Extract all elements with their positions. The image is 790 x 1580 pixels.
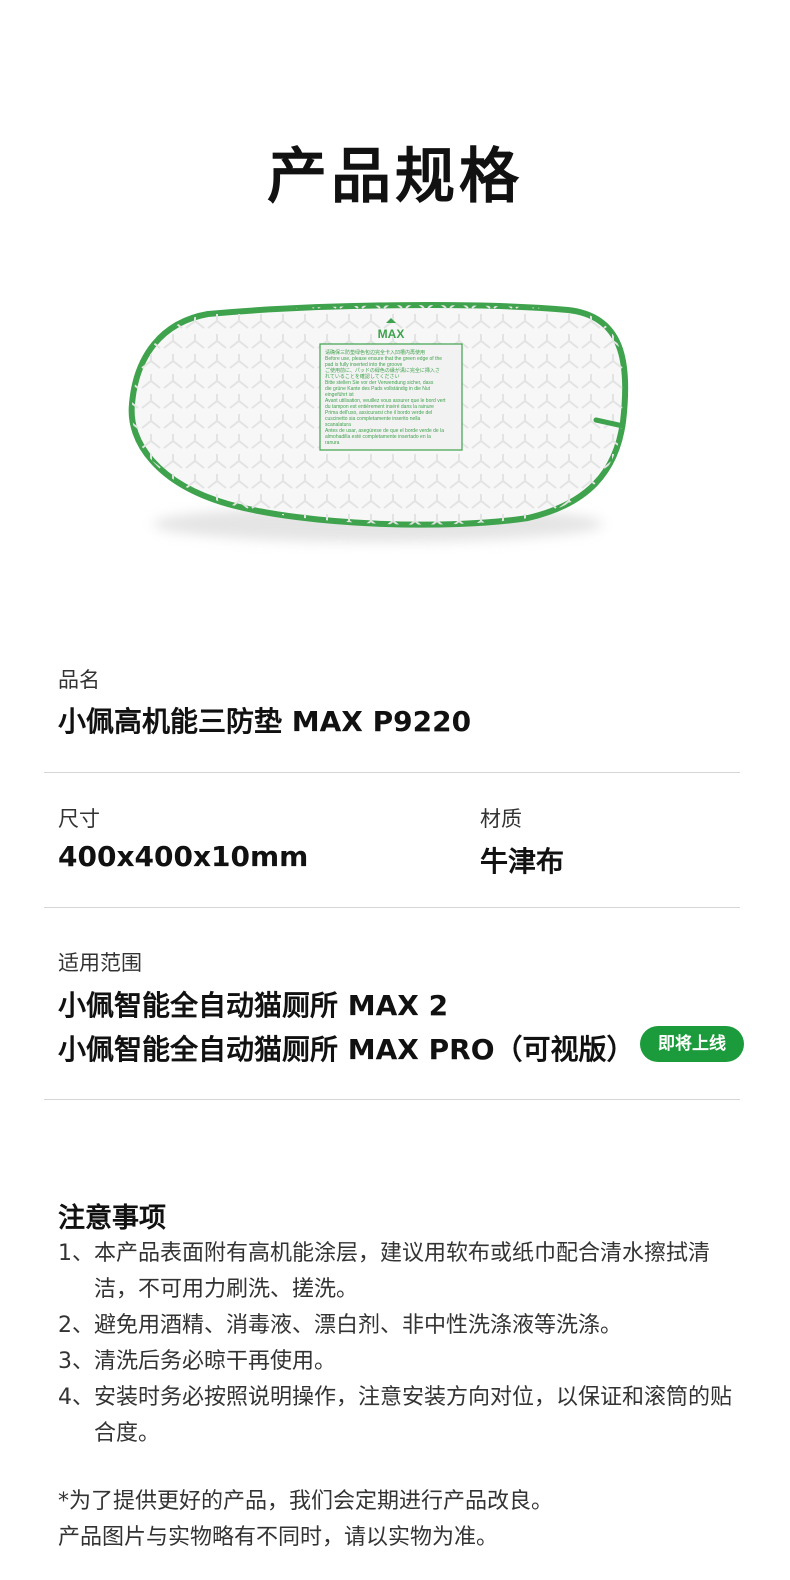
name-label: 品名 <box>58 668 100 692</box>
disclaimer-line-1: *为了提供更好的产品，我们会定期进行产品改良。 <box>58 1489 554 1514</box>
note-number: 4、 <box>58 1385 94 1410</box>
note-text: 本产品表面附有高机能涂层，建议用软布或纸巾配合清水擦拭清洁，不可用力刷洗、搓洗。 <box>94 1241 711 1302</box>
compat-line-2: 小佩智能全自动猫厕所 MAX PRO（可视版） <box>58 1033 635 1066</box>
divider <box>44 907 740 908</box>
instruction-line: れていることを確認してください <box>325 373 400 380</box>
page-title: 产品规格 <box>267 142 523 212</box>
note-text: 安装时务必按照说明操作，注意安装方向对位，以保证和滚筒的贴合度。 <box>94 1385 733 1446</box>
notes-list: 1、 本产品表面附有高机能涂层，建议用软布或纸巾配合清水擦拭清洁，不可用力刷洗、… <box>58 1236 738 1452</box>
size-label: 尺寸 <box>58 807 100 831</box>
compat-label: 适用范围 <box>58 951 142 975</box>
instruction-line: ranura <box>325 440 340 446</box>
divider <box>44 1099 740 1100</box>
disclaimer-line-2: 产品图片与实物略有不同时，请以实物为准。 <box>58 1525 499 1550</box>
note-item: 2、 避免用酒精、消毒液、漂白剂、非中性洗涤液等洗涤。 <box>58 1308 738 1344</box>
note-number: 1、 <box>58 1241 94 1266</box>
divider <box>44 772 740 773</box>
note-item: 1、 本产品表面附有高机能涂层，建议用软布或纸巾配合清水擦拭清洁，不可用力刷洗、… <box>58 1236 738 1308</box>
note-number: 2、 <box>58 1313 94 1338</box>
pad-max-label: MAX <box>378 327 405 341</box>
instruction-line: ご使用前に、パッドの緑色の縁が溝に完全に挿入さ <box>325 367 440 374</box>
note-item: 3、 清洗后务必晾干再使用。 <box>58 1344 738 1380</box>
product-image: MAX 请确保三防垫绿色包边完全卡入凹槽内再使用Before use, plea… <box>128 302 629 542</box>
material-label: 材质 <box>480 807 522 831</box>
note-number: 3、 <box>58 1349 94 1374</box>
notes-title: 注意事项 <box>58 1203 166 1234</box>
material-value: 牛津布 <box>480 845 565 878</box>
instruction-line: almohadilla esté completamente insertado… <box>325 434 431 440</box>
disclaimer: *为了提供更好的产品，我们会定期进行产品改良。 产品图片与实物略有不同时，请以实… <box>58 1484 748 1556</box>
note-text: 避免用酒精、消毒液、漂白剂、非中性洗涤液等洗涤。 <box>94 1313 623 1338</box>
coming-soon-badge: 即将上线 <box>640 1026 744 1062</box>
size-value: 400x400x10mm <box>58 840 309 873</box>
name-value: 小佩高机能三防垫 MAX P9220 <box>58 705 472 738</box>
note-text: 清洗后务必晾干再使用。 <box>94 1349 337 1374</box>
compat-line-1: 小佩智能全自动猫厕所 MAX 2 <box>58 989 449 1022</box>
note-item: 4、 安装时务必按照说明操作，注意安装方向对位，以保证和滚筒的贴合度。 <box>58 1380 738 1452</box>
instruction-line: 请确保三防垫绿色包边完全卡入凹槽内再使用 <box>325 349 425 356</box>
